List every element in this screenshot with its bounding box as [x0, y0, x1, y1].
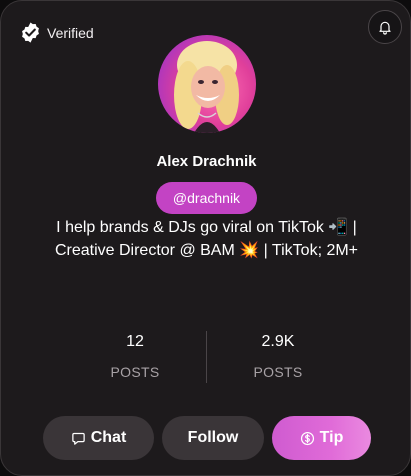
- bell-icon: [379, 21, 391, 35]
- notification-bell-button[interactable]: [368, 10, 402, 44]
- stat-secondary[interactable]: 2.9K POSTS: [208, 331, 348, 380]
- profile-card: Verified Alex Drachnik @drachnik I help …: [0, 0, 411, 476]
- profile-name: Alex Drachnik: [156, 153, 257, 170]
- stat-posts[interactable]: 12 POSTS: [65, 331, 205, 380]
- avatar[interactable]: [158, 35, 256, 133]
- bio-line-1: I help brands & DJs go viral on TikTok 📲…: [56, 219, 357, 236]
- verified-label: Verified: [47, 24, 94, 41]
- profile-photo: [174, 41, 239, 133]
- chat-bubble-icon: [71, 432, 85, 445]
- profile-handle[interactable]: @drachnik: [156, 182, 257, 214]
- tip-button-label: Tip: [319, 429, 344, 446]
- chat-button-label: Chat: [90, 429, 127, 446]
- chat-button[interactable]: Chat: [43, 416, 154, 460]
- follow-button-label: Follow: [187, 429, 239, 446]
- verified-badge: Verified: [19, 21, 94, 44]
- stats-divider: [206, 331, 207, 383]
- follow-button[interactable]: Follow: [162, 416, 264, 460]
- stat-secondary-label: POSTS: [253, 364, 303, 380]
- stat-secondary-value: 2.9K: [261, 333, 295, 350]
- verified-check-icon: [22, 22, 39, 43]
- tip-button[interactable]: Tip: [272, 416, 371, 460]
- stat-posts-value: 12: [126, 333, 144, 350]
- bio-line-2: Creative Director @ BAM 💥 | TikTok; 2M+: [54, 242, 359, 259]
- stat-posts-label: POSTS: [110, 364, 160, 380]
- profile-bio: I help brands & DJs go viral on TikTok 📲…: [21, 216, 392, 262]
- dollar-coin-icon: [300, 431, 314, 445]
